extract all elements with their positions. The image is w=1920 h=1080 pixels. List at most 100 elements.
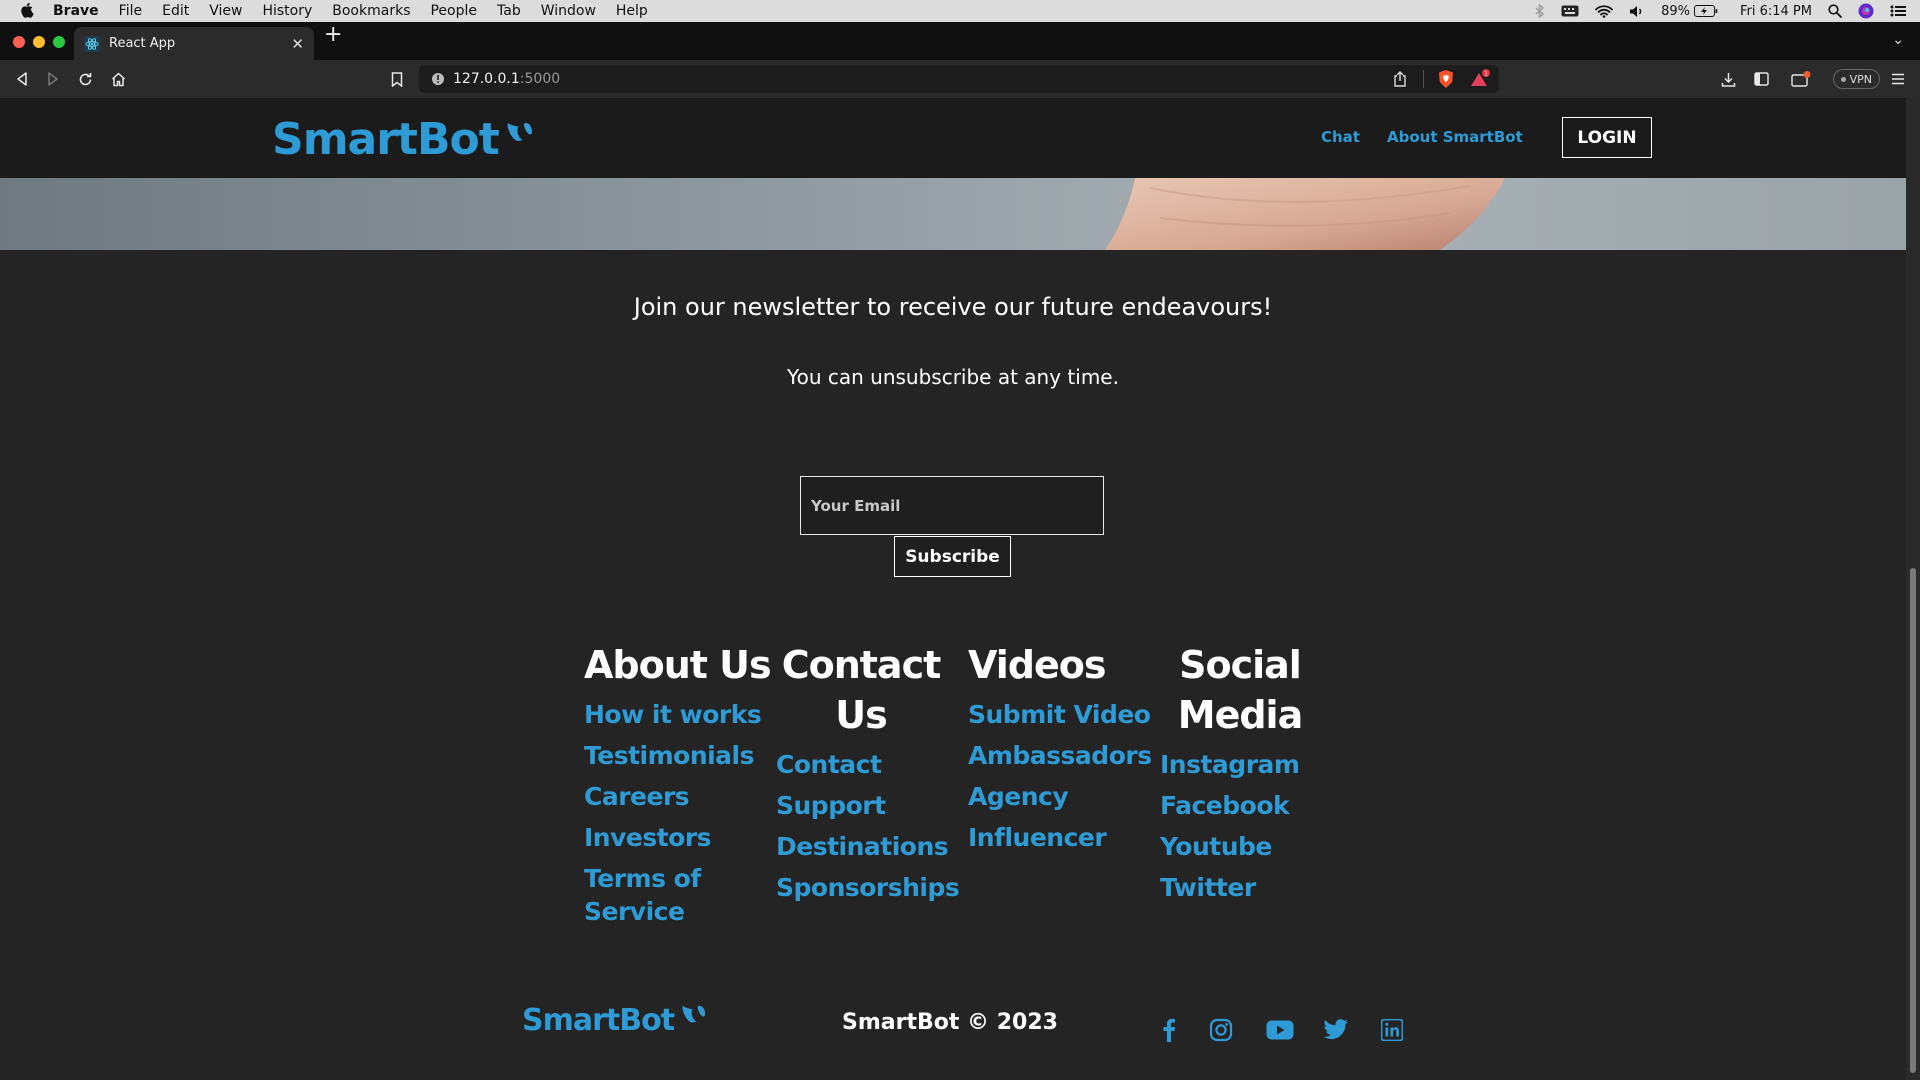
twitter-icon[interactable] (1322, 1016, 1350, 1044)
site-info-icon[interactable] (431, 72, 445, 86)
window-zoom-button[interactable] (53, 36, 65, 48)
login-button[interactable]: LOGIN (1562, 117, 1652, 158)
vpn-button[interactable]: VPN (1832, 69, 1880, 89)
navbar-brand[interactable]: SmartBot (272, 114, 533, 165)
brand-name: SmartBot (272, 114, 500, 165)
footer-link-facebook[interactable]: Facebook (1160, 789, 1350, 822)
menu-tab[interactable]: Tab (497, 3, 521, 19)
tab-list-chevron-down-icon[interactable]: ⌄ (1892, 32, 1904, 48)
vpn-label: VPN (1849, 72, 1872, 86)
menubar-clock[interactable]: Fri 6:14 PM (1740, 4, 1812, 19)
footer-link-instagram[interactable]: Instagram (1160, 748, 1350, 781)
footer-column-about-us: About Us How it works Testimonials Caree… (584, 640, 774, 936)
footer-column-title: About Us (584, 643, 772, 687)
site-navbar: SmartBot Chat About SmartBot LOGIN (0, 98, 1906, 178)
brave-rewards-icon[interactable]: 1 (1469, 69, 1491, 89)
footer-column-social-media: Social Media Instagram Facebook Youtube … (1160, 640, 1350, 912)
menu-people[interactable]: People (430, 3, 477, 19)
newsletter-title: Join our newsletter to receive our futur… (633, 293, 1273, 321)
footer-typo3-logo-icon (682, 1004, 706, 1030)
footer-link-contact[interactable]: Contact (776, 748, 958, 781)
hand-photo-illustration (1105, 178, 1505, 250)
url-host: 127.0.0.1 (453, 71, 520, 87)
instagram-icon[interactable] (1207, 1016, 1235, 1044)
copyright-text: SmartBot © 2023 (842, 1010, 1058, 1035)
footer-link-agency[interactable]: Agency (968, 780, 1158, 813)
brave-shields-icon[interactable] (1437, 69, 1455, 89)
footer-link-terms-of-service[interactable]: Terms of Service (584, 862, 734, 928)
footer-column-title: Videos (968, 643, 1106, 687)
footer-column-videos: Videos Submit Video Ambassadors Agency I… (968, 640, 1158, 862)
page-scrollbar[interactable] (1906, 98, 1920, 1080)
menu-file[interactable]: File (119, 3, 142, 19)
footer-link-sponsorships[interactable]: Sponsorships (776, 871, 960, 904)
footer-link-support[interactable]: Support (776, 789, 958, 822)
svg-text:1: 1 (1484, 71, 1488, 78)
menubar-status-area: 89% Fri 6:14 PM (1535, 0, 1906, 22)
menu-edit[interactable]: Edit (162, 3, 189, 19)
newsletter-subtitle: You can unsubscribe at any time. (787, 365, 1119, 389)
typo3-logo-icon (507, 109, 533, 160)
wifi-icon[interactable] (1595, 4, 1613, 18)
window-minimize-button[interactable] (33, 36, 45, 48)
subscribe-button[interactable]: Subscribe (894, 536, 1011, 577)
downloads-icon[interactable] (1718, 69, 1738, 89)
bookmark-icon[interactable] (387, 69, 407, 89)
footer-link-youtube[interactable]: Youtube (1160, 830, 1350, 863)
nav-link-about-smartbot[interactable]: About SmartBot (1387, 128, 1523, 146)
youtube-icon[interactable] (1263, 1016, 1297, 1044)
macos-menu-bar: Brave File Edit View History Bookmarks P… (0, 0, 1920, 22)
control-center-icon[interactable] (1890, 5, 1906, 17)
tab-react-app[interactable]: React App ✕ (74, 27, 314, 60)
footer-link-investors[interactable]: Investors (584, 821, 774, 854)
page-viewport: SmartBot Chat About SmartBot LOGIN Join … (0, 98, 1906, 1080)
share-icon[interactable] (1393, 71, 1407, 87)
hamburger-menu-icon[interactable] (1888, 69, 1908, 89)
keyboard-icon[interactable] (1561, 5, 1579, 17)
address-bar[interactable]: 127.0.0.1:5000 1 (419, 65, 1499, 93)
wallet-icon[interactable] (1791, 69, 1811, 89)
footer-brand[interactable]: SmartBot (522, 1003, 706, 1038)
menu-bookmarks[interactable]: Bookmarks (332, 3, 410, 19)
email-input[interactable] (800, 476, 1104, 535)
reload-icon[interactable] (75, 69, 95, 89)
footer-link-testimonials[interactable]: Testimonials (584, 739, 774, 772)
footer-link-submit-video[interactable]: Submit Video (968, 698, 1158, 731)
footer-link-influencer[interactable]: Influencer (968, 821, 1158, 854)
nav-link-chat[interactable]: Chat (1321, 128, 1360, 146)
footer-column-title: Social Media (1177, 643, 1303, 737)
menu-history[interactable]: History (262, 3, 312, 19)
footer-link-destinations[interactable]: Destinations (776, 830, 958, 863)
url-port: :5000 (519, 71, 561, 87)
footer-link-ambassadors[interactable]: Ambassadors (968, 739, 1158, 772)
menu-app-name[interactable]: Brave (53, 3, 99, 19)
menu-help[interactable]: Help (616, 3, 648, 19)
volume-icon[interactable] (1629, 5, 1645, 18)
home-icon[interactable] (108, 69, 128, 89)
footer-link-how-it-works[interactable]: How it works (584, 698, 774, 731)
footer-column-title: Contact Us (781, 643, 942, 737)
spotlight-search-icon[interactable] (1828, 4, 1842, 18)
battery-icon[interactable] (1693, 5, 1718, 17)
hero-image (0, 178, 1906, 250)
facebook-icon[interactable] (1155, 1016, 1183, 1044)
footer-link-careers[interactable]: Careers (584, 780, 774, 813)
forward-arrow-icon[interactable] (43, 69, 63, 89)
menu-window[interactable]: Window (541, 3, 596, 19)
react-favicon-icon (84, 35, 100, 52)
siri-icon[interactable] (1858, 3, 1874, 19)
battery-percent: 89% (1661, 3, 1690, 19)
browser-toolbar: 127.0.0.1:5000 1 VPN (0, 60, 1920, 98)
bluetooth-icon[interactable] (1535, 4, 1545, 18)
sidebar-toggle-icon[interactable] (1751, 69, 1771, 89)
apple-icon[interactable] (17, 3, 39, 19)
linkedin-icon[interactable] (1378, 1016, 1406, 1044)
browser-tab-strip: React App ✕ + ⌄ (0, 22, 1920, 60)
scrollbar-thumb[interactable] (1910, 568, 1916, 1073)
new-tab-button[interactable]: + (324, 22, 342, 47)
tab-close-icon[interactable]: ✕ (291, 35, 304, 53)
footer-link-twitter[interactable]: Twitter (1160, 871, 1350, 904)
menu-view[interactable]: View (209, 3, 242, 19)
back-arrow-icon[interactable] (12, 69, 32, 89)
window-close-button[interactable] (13, 36, 25, 48)
